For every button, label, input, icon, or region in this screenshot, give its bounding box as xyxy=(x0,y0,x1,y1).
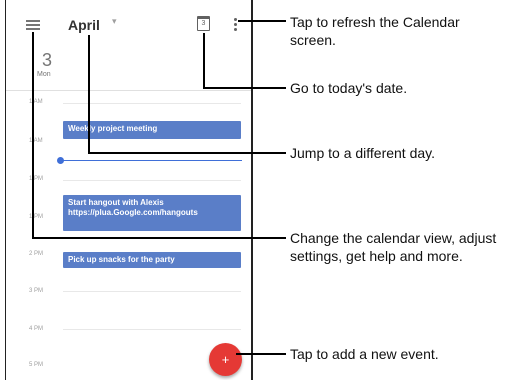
event-card[interactable]: Start hangout with Alexis https://plua.G… xyxy=(63,195,241,231)
month-title[interactable]: April xyxy=(68,17,100,33)
hour-label: 4 PM xyxy=(29,326,44,332)
current-time-line xyxy=(62,160,242,161)
hour-line xyxy=(63,291,241,292)
callout-line xyxy=(203,87,286,89)
day-number: 3 xyxy=(42,50,53,70)
app-bar: April ▾ 3 xyxy=(6,0,251,44)
callout-line xyxy=(203,33,205,88)
calendar-screen: April ▾ 3 3 Mon 1 AM 1 AM 1 PM 1 PM 2 PM… xyxy=(5,0,253,380)
current-time-dot xyxy=(57,157,64,164)
event-title: Start hangout with Alexis xyxy=(68,198,164,207)
chevron-down-icon[interactable]: ▾ xyxy=(112,16,117,27)
hour-line xyxy=(63,329,241,330)
day-name: Mon xyxy=(37,71,51,78)
menu-icon[interactable] xyxy=(26,20,40,30)
more-options-icon[interactable] xyxy=(234,18,237,33)
callout-add: Tap to add a new event. xyxy=(290,346,439,362)
divider xyxy=(6,90,251,91)
callout-view: Change the calendar view, adjust setting… xyxy=(290,230,497,264)
hour-label: 3 PM xyxy=(29,288,44,294)
callout-line xyxy=(236,353,286,355)
event-title: Weekly project meeting xyxy=(68,124,158,133)
callout-today: Go to today's date. xyxy=(290,80,408,96)
today-icon[interactable]: 3 xyxy=(197,16,210,31)
add-event-button[interactable]: + xyxy=(209,343,242,376)
hour-label: 2 PM xyxy=(29,251,44,257)
event-title: Pick up snacks for the party xyxy=(68,255,175,264)
callout-line xyxy=(88,35,90,153)
event-card[interactable]: Pick up snacks for the party xyxy=(63,252,241,268)
hour-line xyxy=(63,180,241,181)
hour-label: 5 PM xyxy=(29,362,44,368)
callout-line xyxy=(88,152,286,154)
callout-line xyxy=(32,237,286,239)
event-subtitle: https://plua.Google.com/hangouts xyxy=(68,208,198,217)
callout-line xyxy=(238,20,286,22)
callout-line xyxy=(32,32,34,238)
callout-refresh: Tap to refresh the Calendar screen. xyxy=(290,14,460,48)
callout-jump: Jump to a different day. xyxy=(290,145,436,161)
